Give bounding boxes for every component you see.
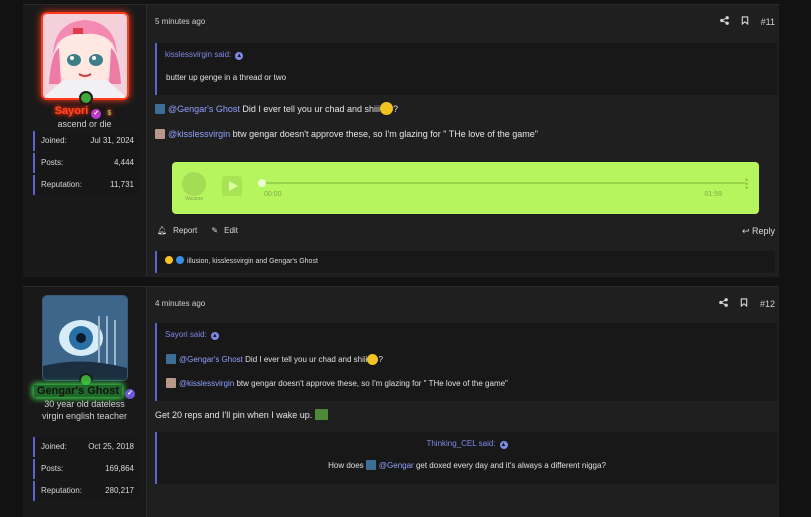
mini-avatar	[155, 104, 165, 114]
post-number[interactable]: #12	[760, 299, 775, 309]
arrow-up-icon[interactable]: ▲	[499, 441, 508, 449]
like-reaction-icon	[176, 256, 184, 264]
username[interactable]: Gengar's Ghost ✓	[23, 385, 146, 399]
reactions-bar[interactable]: illusion, kisslessvirgin and Gengar's Gh…	[155, 251, 775, 273]
post-actions: #12	[719, 298, 775, 309]
quote-block-2: Thinking_CEL said: ▲ How does @Gengar get…	[155, 432, 777, 484]
mini-avatar	[365, 460, 376, 470]
user-sidebar: Sayori ✓ $ ascend or die Joined: Jul 31, 20…	[23, 5, 147, 277]
mention-link[interactable]: @kisslessvirgin	[168, 129, 230, 139]
quote-block: Sayori said: ▲ @Gengar's Ghost Did I ever…	[155, 323, 777, 401]
arrow-up-icon[interactable]: ▲	[235, 52, 244, 60]
avatar-image[interactable]	[43, 296, 127, 380]
arrow-up-icon[interactable]: ▲	[210, 332, 219, 340]
quote-author[interactable]: Thinking_CEL said: ▲	[157, 432, 777, 456]
post-number[interactable]: #11	[761, 17, 775, 27]
bell-icon: 🔔︎	[157, 226, 168, 235]
post-12: Gengar's Ghost ✓ 30 year old dateless vir…	[23, 286, 779, 517]
bookmark-icon[interactable]	[740, 298, 748, 309]
mention-link[interactable]: @Gengar	[379, 461, 414, 470]
audio-current-time: 00:00	[264, 191, 282, 198]
quote-author[interactable]: kisslessvirgin said: ▲	[157, 43, 777, 67]
mention-link[interactable]: @Gengar's Ghost	[168, 104, 240, 114]
more-options-icon[interactable]: • • •	[745, 176, 748, 193]
quote-line-1: @Gengar's Ghost Did I ever tell you ur c…	[166, 354, 383, 365]
vocaroo-icon	[182, 172, 206, 196]
share-icon[interactable]	[719, 16, 729, 27]
audio-player: Vocaroo 00:00 01:59 • • •	[172, 162, 759, 214]
username[interactable]: Sayori ✓ $	[23, 105, 146, 119]
vocaroo-logo: Vocaroo	[177, 172, 211, 206]
stat-reputation: Reputation: 11,731	[33, 175, 139, 195]
post-actions: #11	[719, 16, 775, 27]
post-line-1: @Gengar's Ghost Did I ever tell you ur c…	[155, 102, 398, 115]
reply-button[interactable]: ↩ Reply	[742, 226, 775, 237]
mention-link[interactable]: @Gengar's Ghost	[179, 355, 243, 364]
user-sidebar: Gengar's Ghost ✓ 30 year old dateless vir…	[23, 287, 147, 517]
quote-block: kisslessvirgin said: ▲ butter up genge in…	[155, 43, 777, 95]
post-text: Get 20 reps and I'll pin when I wake up.	[155, 409, 331, 420]
frog-emoji-icon	[314, 409, 328, 420]
reply-icon: ↩	[741, 226, 752, 236]
reactions-text[interactable]: illusion, kisslessvirgin and Gengar's Gh…	[187, 258, 318, 265]
stat-joined: Joined: Jul 31, 2024	[33, 131, 139, 151]
quote-line-2: @kisslessvirgin btw gengar doesn't appro…	[166, 378, 508, 388]
post-footer-left: 🔔︎ Report ✎ Edit	[157, 226, 250, 235]
user-stats: Joined: Oct 25, 2018 Posts: 169,864 Reputa…	[33, 437, 139, 503]
post-time[interactable]: 4 minutes ago	[155, 299, 205, 308]
grin-emoji-icon	[379, 102, 393, 115]
pencil-icon: ✎	[211, 226, 219, 235]
mini-avatar	[166, 378, 176, 388]
audio-progress-track[interactable]	[261, 182, 745, 184]
post-line-2: @kisslessvirgin btw gengar doesn't appro…	[155, 129, 538, 139]
stat-posts: Posts: 4,444	[33, 153, 139, 173]
mini-avatar	[155, 129, 165, 139]
mini-avatar	[166, 354, 176, 364]
avatar[interactable]	[43, 296, 127, 387]
play-button[interactable]	[222, 176, 242, 196]
edit-button[interactable]: ✎ Edit	[211, 226, 244, 235]
post-content: 5 minutes ago #11 kisslessvirgin said: ▲ …	[155, 5, 779, 277]
user-title: 30 year old dateless virgin english teac…	[41, 399, 128, 421]
quote-author[interactable]: Sayori said: ▲	[157, 323, 777, 347]
online-status-indicator	[79, 91, 93, 105]
user-title: ascend or die	[57, 119, 112, 129]
share-icon[interactable]	[719, 298, 728, 309]
grin-emoji-icon	[367, 354, 379, 365]
audio-progress-knob[interactable]	[258, 179, 266, 187]
user-stats: Joined: Jul 31, 2024 Posts: 4,444 Reputati…	[33, 131, 139, 197]
mention-link[interactable]: @kisslessvirgin	[179, 379, 234, 388]
quote-text: butter up genge in a thread or two	[166, 73, 287, 82]
stat-joined: Joined: Oct 25, 2018	[33, 437, 139, 457]
avatar[interactable]	[43, 14, 127, 105]
post-content: 4 minutes ago #12 Sayori said: ▲ @Gengar'…	[155, 287, 779, 517]
report-button[interactable]: 🔔︎ Report	[157, 226, 203, 235]
post-11: Sayori ✓ $ ascend or die Joined: Jul 31, 20…	[23, 4, 779, 277]
post-time[interactable]: 5 minutes ago	[155, 17, 205, 26]
bookmark-icon[interactable]	[741, 16, 749, 27]
avatar-image[interactable]	[43, 14, 127, 98]
quote-text: How does @Gengar get doxed every day and…	[328, 460, 606, 470]
stat-reputation: Reputation: 280,217	[33, 481, 139, 501]
stat-posts: Posts: 169,864	[33, 459, 139, 479]
audio-duration: 01:59	[704, 191, 722, 198]
laugh-reaction-icon	[165, 256, 173, 264]
